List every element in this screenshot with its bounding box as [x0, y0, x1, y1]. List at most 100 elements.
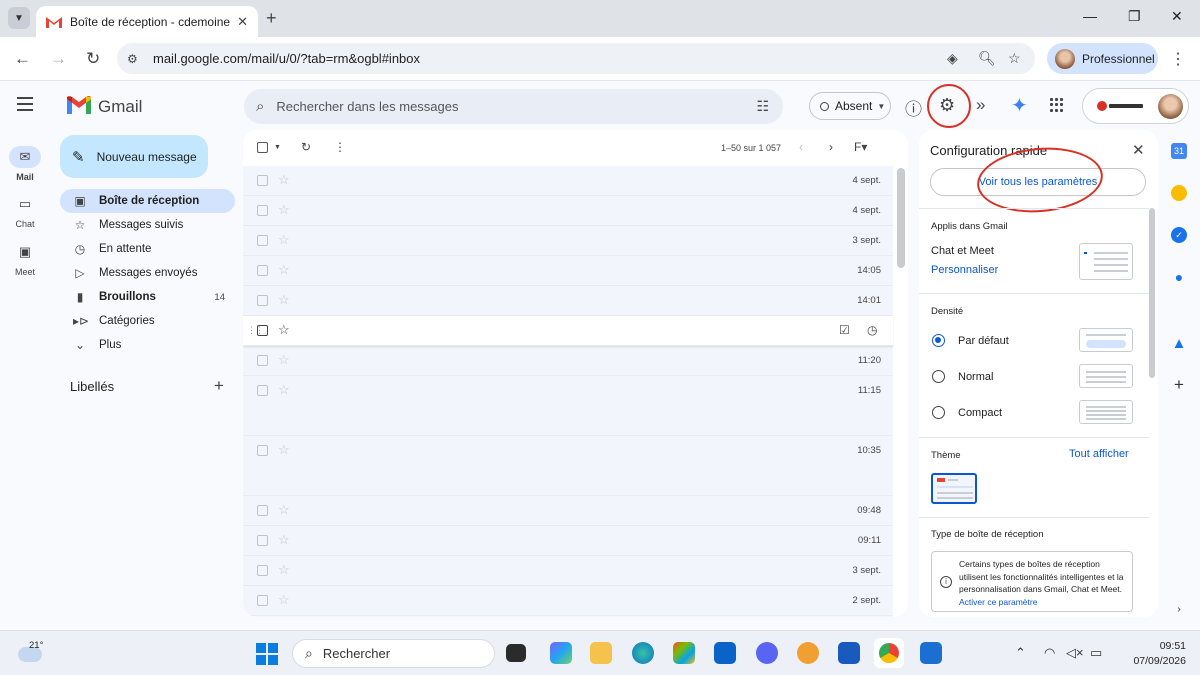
star-icon[interactable]: ☆: [278, 352, 290, 368]
add-label-icon[interactable]: +: [214, 376, 224, 396]
battery-icon[interactable]: ▭: [1090, 645, 1102, 661]
row-checkbox[interactable]: [257, 445, 268, 456]
density-default-radio[interactable]: [932, 334, 945, 347]
see-all-themes-link[interactable]: Tout afficher: [1069, 448, 1129, 460]
browser-tab[interactable]: Boîte de réception - cdemoiner ✕: [36, 6, 258, 37]
system-clock[interactable]: 09:51 07/09/2026: [1124, 639, 1186, 669]
quick-settings-scrollbar[interactable]: [1149, 208, 1155, 378]
profile-button[interactable]: Professionnel: [1047, 43, 1158, 74]
help-icon[interactable]: ⓘ: [905, 95, 922, 120]
row-checkbox[interactable]: [257, 535, 268, 546]
star-icon[interactable]: ☆: [278, 322, 290, 338]
density-normal-radio[interactable]: [932, 370, 945, 383]
settings-gear-icon[interactable]: ⚙: [939, 95, 955, 116]
sidebar-item-starred[interactable]: ☆ Messages suivis: [60, 213, 235, 237]
wifi-icon[interactable]: ◠: [1044, 645, 1055, 661]
snooze-clock-icon[interactable]: ◷: [867, 323, 877, 337]
select-all-checkbox[interactable]: [257, 142, 268, 153]
site-info-icon[interactable]: ⚙: [127, 52, 143, 66]
add-addon-icon[interactable]: +: [1171, 375, 1187, 394]
new-tab-icon[interactable]: +: [266, 8, 277, 29]
row-checkbox[interactable]: [257, 295, 268, 306]
enable-setting-link[interactable]: Activer ce paramètre: [959, 597, 1037, 607]
sort-filter-icon[interactable]: F▾: [854, 140, 867, 154]
sidebar-item-sent[interactable]: ▷ Messages envoyés: [60, 261, 235, 285]
table-row[interactable]: ☆ 11:15: [243, 376, 893, 436]
table-row[interactable]: ☆ 10:35: [243, 436, 893, 496]
search-options-icon[interactable]: ☷: [756, 98, 769, 115]
show-hidden-icons[interactable]: ⌃: [1015, 645, 1026, 661]
maps-icon[interactable]: ▲: [1171, 335, 1187, 352]
sidebar-item-drafts[interactable]: ▮ Brouillons 14: [60, 285, 235, 309]
star-icon[interactable]: ☆: [278, 502, 290, 518]
row-checkbox[interactable]: [257, 175, 268, 186]
mail-list-scrollbar[interactable]: [897, 168, 905, 268]
sidebar-item-more[interactable]: ⌄ Plus: [60, 333, 235, 357]
table-row[interactable]: ☆ 14:05: [243, 256, 893, 286]
bookmark-star-icon[interactable]: ☆: [1008, 50, 1021, 67]
volume-muted-icon[interactable]: ◁×: [1066, 645, 1084, 661]
outlook-icon[interactable]: [714, 642, 736, 664]
task-view-icon[interactable]: [506, 644, 526, 662]
row-checkbox[interactable]: [257, 235, 268, 246]
edge-icon[interactable]: [632, 642, 654, 664]
taskbar-search[interactable]: ⌕ Rechercher: [292, 639, 495, 668]
table-row[interactable]: ☆ 2 sept.: [243, 586, 893, 616]
row-checkbox[interactable]: [257, 265, 268, 276]
star-icon[interactable]: ☆: [278, 382, 290, 398]
row-checkbox[interactable]: [257, 505, 268, 516]
side-panel-icon[interactable]: »: [976, 95, 985, 115]
sidebar-item-inbox[interactable]: ▣ Boîte de réception: [60, 189, 235, 213]
main-menu-icon[interactable]: [17, 97, 33, 111]
star-icon[interactable]: ☆: [278, 292, 290, 308]
star-icon[interactable]: ☆: [278, 442, 290, 458]
calendar-icon[interactable]: 31: [1171, 143, 1187, 159]
row-checkbox[interactable]: [257, 355, 268, 366]
row-checkbox[interactable]: [257, 385, 268, 396]
star-icon[interactable]: ☆: [278, 592, 290, 608]
table-row[interactable]: ☆ 09:11: [243, 526, 893, 556]
table-row[interactable]: ☆ 4 sept.: [243, 166, 893, 196]
zoom-icon[interactable]: 🔍︎: [978, 50, 996, 67]
tasks-icon[interactable]: ✓: [1171, 227, 1187, 243]
star-icon[interactable]: ☆: [278, 232, 290, 248]
rail-item-meet[interactable]: ▣ Meet: [8, 241, 42, 277]
star-icon[interactable]: ☆: [278, 202, 290, 218]
vpn-icon[interactable]: [797, 642, 819, 664]
side-panel-toggle-icon[interactable]: ›: [1171, 601, 1187, 617]
theme-thumbnail[interactable]: [931, 473, 977, 504]
row-checkbox[interactable]: [257, 565, 268, 576]
table-row[interactable]: ☆ 3 sept.: [243, 226, 893, 256]
customize-link[interactable]: Personnaliser: [931, 264, 998, 276]
search-icon[interactable]: ⌕: [256, 98, 264, 115]
row-checkbox[interactable]: [257, 325, 268, 336]
table-row[interactable]: ☆ 4 sept.: [243, 196, 893, 226]
sidebar-item-categories[interactable]: ▸⊳ Catégories: [60, 309, 235, 333]
file-explorer-icon[interactable]: [590, 642, 612, 664]
density-compact-radio[interactable]: [932, 406, 945, 419]
gemini-sparkle-icon[interactable]: ✦: [1011, 93, 1028, 118]
table-row[interactable]: ☆ 3 sept.: [243, 556, 893, 586]
store-icon[interactable]: [673, 642, 695, 664]
word-icon[interactable]: [838, 642, 860, 664]
star-icon[interactable]: ☆: [278, 562, 290, 578]
keep-icon[interactable]: [1171, 185, 1187, 201]
search-input[interactable]: ⌕ Rechercher dans les messages ☷: [244, 89, 783, 124]
m365-icon[interactable]: [550, 642, 572, 664]
snipping-tool-icon[interactable]: [920, 642, 942, 664]
start-menu-icon[interactable]: [256, 643, 278, 665]
more-actions-icon[interactable]: ⋮: [334, 140, 346, 154]
tab-search-button[interactable]: ▼: [8, 7, 30, 29]
tab-close-icon[interactable]: ✕: [237, 14, 248, 30]
window-close-icon[interactable]: ✕: [1171, 8, 1183, 25]
compose-button[interactable]: ✎ Nouveau message: [60, 135, 208, 178]
star-icon[interactable]: ☆: [278, 172, 290, 188]
close-icon[interactable]: ✕: [1132, 141, 1145, 159]
select-dropdown-icon[interactable]: ▼: [274, 144, 281, 151]
table-row[interactable]: ☆ 09:48: [243, 496, 893, 526]
status-selector[interactable]: Absent ▼: [809, 92, 891, 120]
minimize-icon[interactable]: —: [1083, 8, 1097, 24]
chrome-taskbar-button[interactable]: [874, 638, 904, 668]
star-icon[interactable]: ☆: [278, 262, 290, 278]
forward-icon[interactable]: →: [50, 49, 67, 69]
